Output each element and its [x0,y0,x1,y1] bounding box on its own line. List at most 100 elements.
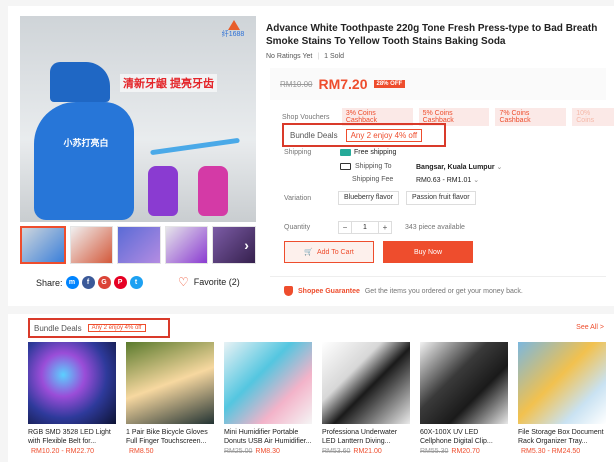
divider [270,276,606,277]
product-price: RM8.30 [255,448,280,455]
product-main-image[interactable]: 纤1688 清新牙龈 提亮牙齿 小苏打亮白 [20,16,256,222]
product-title: Advance White Toothpaste 220g Tone Fresh… [266,23,598,47]
product-name[interactable]: Professiona Underwater LED Lanttern Divi… [322,428,412,446]
shipping-location-select[interactable]: Bangsar, Kuala Lumpur ⌄ [416,163,502,171]
product-name[interactable]: Mini Humidifier Portable Donuts USB Air … [224,428,314,446]
buy-now-button[interactable]: Buy Now [383,241,473,263]
shipping-fee-label: Shipping Fee [352,176,394,183]
product-name[interactable]: 60X-100X UV LED Cellphone Digital Clip..… [420,428,510,446]
ratings-text[interactable]: No Ratings Yet [266,53,312,60]
guarantee-text: Get the items you ordered or get your mo… [364,287,523,295]
chevron-right-icon[interactable]: › [244,237,249,253]
product-price: RM21.00 [353,448,382,455]
thumbnail-3[interactable] [117,226,161,264]
thumbnail-1[interactable] [20,226,66,264]
product-old-price: RM25.00 [224,448,253,455]
variation-option-passion-fruit[interactable]: Passion fruit flavor [406,191,476,205]
product-old-price: RM53.60 [322,448,351,455]
stats-separator: | [317,53,320,60]
shipping-to: Shipping To [340,163,391,170]
triangle-logo-icon [228,20,240,30]
seller-logo: 纤1688 [216,20,250,42]
product-name[interactable]: 1 Pair Bike Bicycle Gloves Full Finger T… [126,428,216,446]
product-image[interactable] [322,342,410,424]
discount-badge: 28% OFF [373,80,406,88]
product-price-row: RM25.00 RM8.30 [224,448,314,455]
product-price-row: RM5.30 - RM24.50 [518,448,608,455]
voucher-chip[interactable]: 7% Coins Cashback [495,108,567,126]
quantity-increase-button[interactable]: + [378,221,392,234]
shipping-fee-value: RM0.63 - RM1.01 [416,177,472,184]
product-image[interactable] [420,342,508,424]
variation-option-blueberry[interactable]: Blueberry flavor [338,191,400,205]
bundle-deals-row: Bundle Deals Any 2 enjoy 4% off [282,123,446,147]
facebook-icon[interactable]: f [81,276,95,289]
pinterest-icon[interactable]: P [113,276,127,289]
chevron-down-icon: ⌄ [496,164,503,171]
seller-logo-text: 纤1688 [221,31,245,38]
thumbnail-5[interactable]: › [212,226,256,264]
add-to-cart-label: Add To Cart [316,248,354,256]
product-old-price: RM55.30 [420,448,449,455]
product-card[interactable]: 1 Pair Bike Bicycle Gloves Full Finger T… [126,342,216,455]
product-stats: No Ratings Yet | 1 Sold [266,53,344,60]
bundle-deals-tag[interactable]: Any 2 enjoy 4% off [345,128,423,142]
product-price: RM5.30 - RM24.50 [521,448,581,455]
shipping-fee-select[interactable]: RM0.63 - RM1.01 ⌄ [416,176,479,184]
product-price-row: RM55.30 RM20.70 [420,448,510,455]
quantity-input[interactable]: 1 [352,221,378,234]
add-to-cart-button[interactable]: 🛒 Add To Cart [284,241,374,263]
product-image[interactable] [126,342,214,424]
guarantee-title: Shopee Guarantee [298,287,360,295]
see-all-link[interactable]: See All > [576,324,604,331]
favorite-button[interactable]: ♡ Favorite (2) [178,275,240,289]
shipping-label: Shipping [284,149,312,156]
free-shipping-truck-icon [340,149,351,156]
product-price: RM10.20 - RM22.70 [31,448,95,455]
bundle-products: RGB SMD 3528 LED Light with Flexible Bel… [28,342,608,455]
pink-bottle-image [198,166,228,216]
shield-icon [284,286,293,296]
product-name[interactable]: RGB SMD 3528 LED Light with Flexible Bel… [28,428,118,446]
thumbnail-4[interactable] [164,226,209,264]
quantity-stepper: − 1 + [338,221,392,234]
product-card[interactable]: RGB SMD 3528 LED Light with Flexible Bel… [28,342,118,455]
cart-icon: 🛒 [304,249,313,256]
chevron-down-icon: ⌄ [473,177,480,184]
product-image[interactable] [518,342,606,424]
thumbnail-2[interactable] [69,226,114,264]
shipping-truck-icon [340,163,351,170]
product-card[interactable]: Professiona Underwater LED Lanttern Divi… [322,342,412,455]
product-card[interactable]: File Storage Box Document Rack Organizer… [518,342,608,455]
product-price: RM8.50 [129,448,154,455]
share-label: Share: [36,277,63,288]
product-price-row: RM8.50 [126,448,216,455]
shipping-to-label: Shipping To [355,163,392,170]
variation-label: Variation [284,195,312,202]
product-image[interactable] [28,342,116,424]
product-image[interactable] [224,342,312,424]
bundle-section-title: Bundle Deals [34,323,82,333]
bundle-deals-label: Bundle Deals [290,130,338,140]
bundle-deals-header: Bundle Deals Any 2 enjoy 4% off [28,318,170,338]
bundle-section-tag: Any 2 enjoy 4% off [87,324,146,332]
quantity-decrease-button[interactable]: − [338,221,352,234]
product-card[interactable]: Mini Humidifier Portable Donuts USB Air … [224,342,314,455]
free-shipping-text: Free shipping [354,149,397,156]
toothbrush-image [150,137,240,156]
current-price: RM7.20 [318,76,368,92]
messenger-icon[interactable]: m [65,276,79,289]
product-name[interactable]: File Storage Box Document Rack Organizer… [518,428,608,446]
shipping-location-text: Bangsar, Kuala Lumpur [416,164,495,171]
product-card[interactable]: 60X-100X UV LED Cellphone Digital Clip..… [420,342,510,455]
tube-label-text: 小苏打亮白 [63,138,109,148]
google-plus-icon[interactable]: G [97,276,111,289]
product-price-row: RM10.20 - RM22.70 [28,448,118,455]
product-card: 纤1688 清新牙龈 提亮牙齿 小苏打亮白 › Share: m f G P t… [8,6,614,306]
voucher-chip[interactable]: 10% Coins [572,108,614,126]
twitter-icon[interactable]: t [129,276,143,289]
share-row: Share: m f G P t [36,276,143,289]
bundle-deals-section: Bundle Deals Any 2 enjoy 4% off See All … [8,314,614,462]
product-price-row: RM53.60 RM21.00 [322,448,412,455]
toothpaste-pump-image [50,62,110,102]
